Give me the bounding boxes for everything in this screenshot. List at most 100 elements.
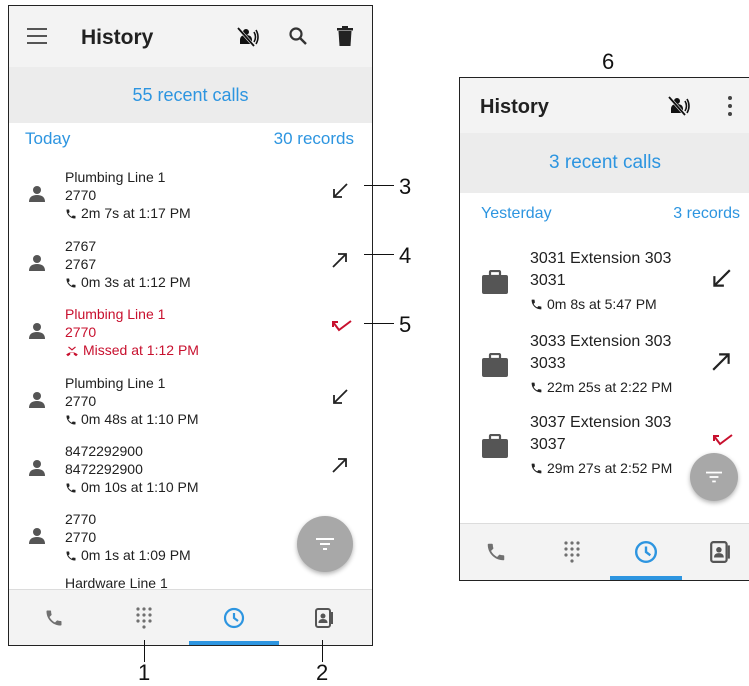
contacts-icon [315,607,333,628]
call-row[interactable]: 8472292900 8472292900 0m 10s at 1:10 PM [9,440,372,500]
call-row[interactable]: Plumbing Line 1 2770 2m 7s at 1:17 PM [9,166,372,226]
call-number: 2767 [65,256,97,272]
call-row[interactable]: 2767 2767 0m 3s at 1:12 PM [9,235,372,295]
briefcase-icon [482,353,508,377]
incoming-call-arrow-icon [333,183,348,198]
nav-contacts-tab[interactable] [684,524,749,580]
phone-icon [66,209,76,219]
missed-call-arrow-icon [332,320,352,332]
call-name: 2770 [65,511,97,527]
phone-icon [66,483,76,493]
speaker-off-icon[interactable] [668,96,692,116]
nav-contacts-tab[interactable] [279,590,369,645]
callout-6: 6 [602,49,615,74]
page-title: History [480,96,549,118]
call-name: Plumbing Line 1 [65,306,166,322]
trash-icon[interactable] [337,26,353,46]
incoming-call-arrow-icon [333,389,348,404]
outgoing-call-arrow-icon [332,253,347,268]
section-label: Yesterday [481,205,552,222]
app-bar: History [9,6,372,67]
recent-calls-banner: 55 recent calls [9,67,372,123]
bottom-navigation [9,589,372,645]
call-detail: 0m 10s at 1:10 PM [81,479,199,495]
active-tab-indicator [610,576,682,580]
call-detail: 0m 1s at 1:09 PM [81,547,191,563]
call-name: 2767 [65,238,97,254]
callout-4: 4 [399,243,412,268]
phone-icon [487,543,505,561]
search-icon[interactable] [289,27,307,45]
call-name: 8472292900 [65,443,143,459]
filter-icon [316,538,334,550]
call-row[interactable]: Plumbing Line 1 2770 Missed at 1:12 PM [9,303,372,363]
call-number: 2770 [65,393,97,409]
call-detail: 22m 25s at 2:22 PM [547,379,673,395]
call-name: 3033 Extension 303 [530,333,672,350]
call-row[interactable]: Plumbing Line 1 2770 0m 48s at 1:10 PM [9,372,372,432]
app-bar: History [460,78,749,133]
briefcase-icon [482,270,508,294]
callout-leader-3 [364,185,394,186]
recent-calls-banner: 3 recent calls [460,133,749,193]
missed-call-arrow-icon [713,434,733,446]
call-row[interactable]: 3033 Extension 303 3033 22m 25s at 2:22 … [460,331,749,401]
callout-5: 5 [399,312,412,337]
callout-leader-1 [144,640,145,662]
filter-fab-button[interactable] [690,453,738,501]
call-name: Plumbing Line 1 [65,169,166,185]
callout-leader-4 [364,254,394,255]
call-detail: 2m 7s at 1:17 PM [81,205,191,221]
incoming-call-arrow-icon [713,269,731,287]
bottom-navigation [460,523,749,580]
phone-icon [531,382,542,393]
contacts-icon [710,541,730,563]
call-row[interactable]: 3031 Extension 303 3031 0m 8s at 5:47 PM [460,248,749,318]
briefcase-icon [482,434,508,458]
callout-leader-5 [364,323,394,324]
person-icon [29,255,45,271]
person-icon [29,323,45,339]
active-tab-indicator [189,641,279,645]
call-number: 3031 [530,272,566,289]
callout-3: 3 [399,174,412,199]
dialpad-icon [136,606,152,629]
call-number: 8472292900 [65,461,143,477]
call-number: 2770 [65,529,97,545]
callout-1: 1 [138,660,151,685]
call-number: 3037 [530,436,566,453]
person-icon [29,460,45,476]
history-clock-icon [223,607,245,628]
missed-call-icon [66,346,78,357]
nav-history-tab[interactable] [610,524,682,580]
callout-leader-2 [322,640,323,662]
hamburger-menu-icon[interactable] [27,28,47,44]
history-clock-icon [634,540,658,564]
nav-history-tab[interactable] [189,590,279,645]
record-count: 30 records [273,129,354,148]
call-detail: 0m 8s at 5:47 PM [547,296,657,312]
call-detail: 0m 48s at 1:10 PM [81,411,199,427]
call-detail: 29m 27s at 2:52 PM [547,460,673,476]
nav-dialpad-tab[interactable] [99,590,189,645]
person-icon [29,392,45,408]
speaker-off-icon[interactable] [237,27,261,47]
call-name: 3037 Extension 303 [530,414,672,431]
phone-icon [66,278,76,288]
filter-fab-button[interactable] [297,516,353,572]
right-phone-screen: History 3 recent calls Yesterday 3 recor… [459,77,749,581]
call-detail: Missed at 1:12 PM [83,342,199,358]
nav-phone-tab[interactable] [460,524,532,580]
phone-icon [531,299,542,310]
call-name: Plumbing Line 1 [65,375,166,391]
phone-icon [46,610,62,625]
nav-dialpad-tab[interactable] [536,524,608,580]
outgoing-call-arrow-icon [712,353,730,371]
call-number: 2770 [65,324,97,340]
dialpad-icon [564,541,580,563]
left-phone-screen: History 55 recent calls Today 30 records… [8,5,373,646]
more-vert-icon[interactable] [728,96,732,116]
callout-2: 2 [316,660,329,685]
section-label: Today [25,129,71,148]
nav-phone-tab[interactable] [9,590,99,645]
